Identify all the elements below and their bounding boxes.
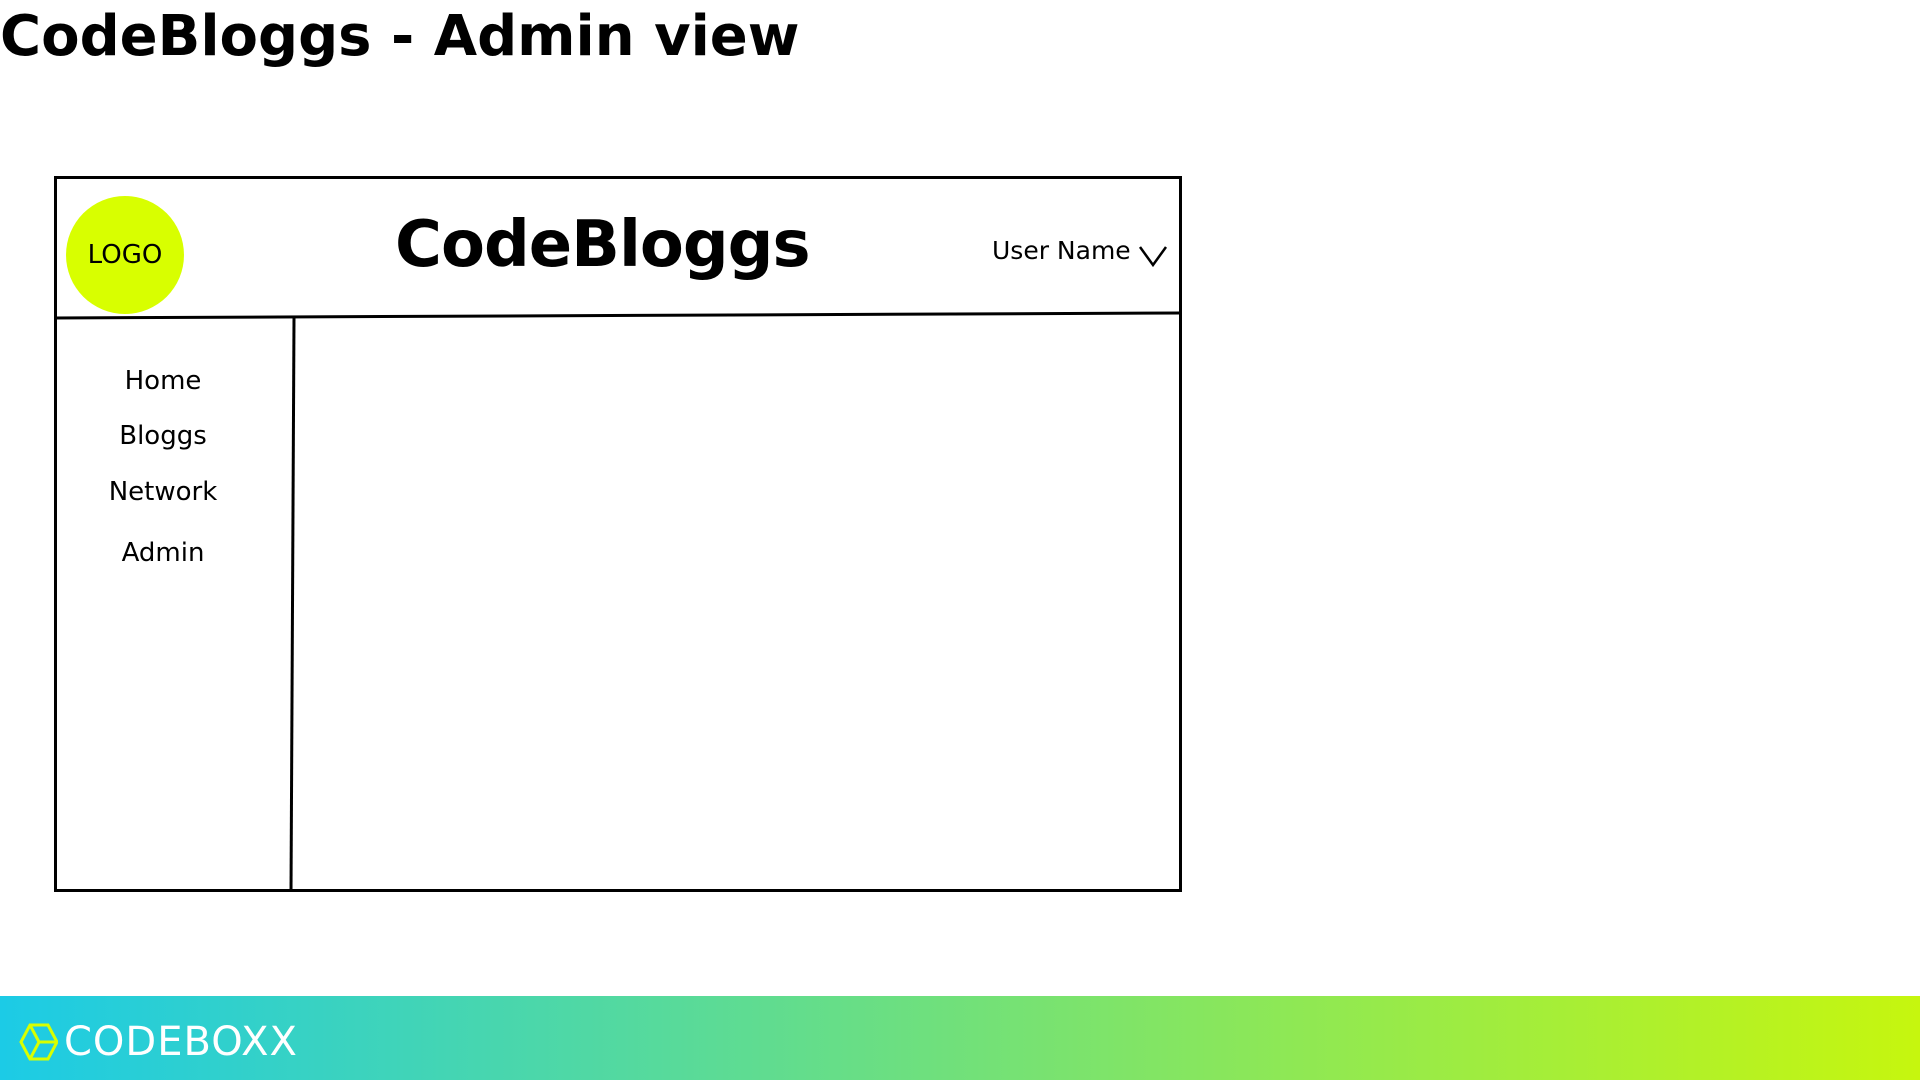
slide-title: CodeBloggs - Admin view <box>0 4 800 69</box>
brand-name: CODEBOXX <box>64 1019 298 1065</box>
sidebar-item-network[interactable]: Network <box>88 477 238 507</box>
user-name-label: User Name <box>992 236 1131 265</box>
sidebar-item-home[interactable]: Home <box>88 366 238 396</box>
logo-placeholder[interactable]: LOGO <box>66 196 184 314</box>
sidebar-item-bloggs[interactable]: Bloggs <box>88 421 238 451</box>
sidebar-item-admin[interactable]: Admin <box>88 538 238 568</box>
slide-page: CodeBloggs - Admin view LOGO CodeBloggs … <box>0 0 1920 1080</box>
brand-logo: CODEBOXX <box>18 1019 298 1065</box>
user-menu-button[interactable]: User Name <box>992 236 1131 265</box>
hexagon-logo-icon <box>19 1023 58 1061</box>
main-content-area <box>296 318 1176 888</box>
app-title: CodeBloggs <box>395 208 811 282</box>
chevron-down-icon[interactable] <box>1138 244 1168 268</box>
logo-label: LOGO <box>87 240 163 270</box>
